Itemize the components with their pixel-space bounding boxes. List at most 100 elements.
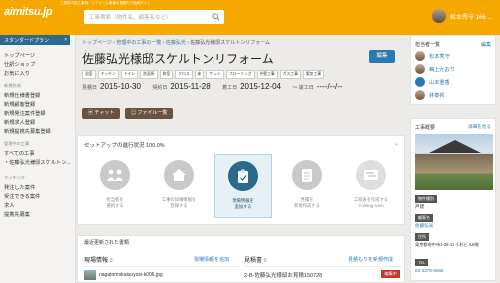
sidebar-item-new-order[interactable]: 新規発注案件登録 <box>4 110 46 117</box>
sidebar-item-receivable[interactable]: 受注できる案件 <box>4 193 40 200</box>
breadcrumb: トップページ › 管理中の工事の一覧 › 佐藤弘光 › 佐藤弘光様邸スケルトンリ… <box>82 40 271 46</box>
step-select-members[interactable]: 担当者を 選択する <box>86 154 144 218</box>
sidebar-item-new-partner[interactable]: 新規提携先募集登録 <box>4 128 51 135</box>
setup-panel: セットアップの進行状況 100.0% ⌄ 担当者を 選択する 工事の詳細情報を … <box>77 135 405 225</box>
tag: クロス <box>175 70 193 79</box>
customer-badge: 顧客名 <box>415 214 433 222</box>
address-value: 東京都府中市1-28-11 小杉ビル8階 <box>415 242 479 247</box>
plan-label: スタンダードプラン <box>4 38 50 44</box>
folder-icon: ▤ <box>131 110 137 116</box>
sidebar-heading-new: 新規作成 <box>4 83 21 88</box>
step-label: 工事の詳細情報を 登録する <box>161 197 197 208</box>
user-avatar[interactable] <box>432 9 446 23</box>
sidebar-item-ordered[interactable]: 発注した案件 <box>4 184 35 191</box>
avatar <box>415 90 425 100</box>
step-create-schedule: 工程表を作成する Coming soon <box>342 154 400 218</box>
members-edit-link[interactable]: 編集 <box>481 41 491 48</box>
tag: 電気工事 <box>302 70 325 79</box>
chat-icon: ▣ <box>88 110 94 116</box>
member-item[interactable]: 嶋上かおり <box>415 64 455 74</box>
step-register-details[interactable]: 工事の詳細情報を 登録する <box>150 154 208 218</box>
member-item[interactable]: 林泰邦 <box>415 90 445 100</box>
site-file-name: nagatomokatsuyosi-k006.jpg <box>99 272 163 278</box>
add-site-info-link[interactable]: 現場情報を追加 <box>194 256 229 263</box>
new-estimate-link[interactable]: 見積もりを新規作成 <box>348 256 393 263</box>
tag: 和室 <box>159 70 174 79</box>
tag: キッチン <box>97 70 119 79</box>
breadcrumb-current: 佐藤弘光様邸スケルトンリフォーム <box>190 40 271 46</box>
step-add-site-info[interactable]: 現場情報を 追加する <box>214 154 272 218</box>
search-placeholder: 工事検索（物件名、顧客名など） <box>89 15 172 21</box>
start-date-label: 着工日 <box>222 85 238 91</box>
sidebar: スタンダードプラン × トップページ 仕訳ショップ お気に入り 新規作成 新規仕… <box>0 35 76 283</box>
clipboard-icon <box>228 161 258 191</box>
sidebar-item-favorites[interactable]: お気に入り <box>4 70 30 77</box>
sidebar-item-jobs[interactable]: 求人 <box>4 202 14 209</box>
files-button[interactable]: ▤ ファイル一覧 <box>125 108 174 119</box>
work-detail-link[interactable]: 詳細を見る <box>468 124 491 130</box>
estimate-date: 2015-10-30 <box>100 82 141 91</box>
tag: 洗面所 <box>140 70 158 79</box>
search-input[interactable]: 工事検索（物件名、顧客名など） <box>84 10 224 24</box>
step-label: 見積を 新規作成する <box>294 197 320 208</box>
end-date: ----/--/-- <box>316 82 343 91</box>
list-item[interactable]: 2-B-佐藤弘光様邸お見積150728 編集中 <box>244 266 402 282</box>
contract-date: 2015-11-28 <box>170 82 211 91</box>
plan-banner[interactable]: スタンダードプラン × <box>0 35 70 45</box>
logo[interactable]: aimitsu.jp <box>4 6 53 18</box>
start-date: 2015-12-04 <box>240 82 281 91</box>
chat-button[interactable]: ▣ チャット <box>82 108 121 119</box>
sidebar-item-top[interactable]: トップページ <box>4 52 35 59</box>
list-item[interactable]: nagatomokatsuyosi-k006.jpg <box>84 266 240 282</box>
tag: 外壁工事 <box>256 70 278 79</box>
estimate-count: 0 <box>263 258 267 264</box>
member-item[interactable]: 松本秀守 <box>415 51 450 61</box>
house-photo[interactable] <box>415 134 493 190</box>
breadcrumb-top[interactable]: トップページ <box>82 40 112 46</box>
member-name: 林泰邦 <box>429 92 445 99</box>
work-overview-panel: 工事概要 詳細を見る 物件種別 戸建 顧客名 佐藤弘光 住所 東京都府中市1-2… <box>410 118 496 281</box>
recent-documents-panel: 最近更新された書類 現場情報 0 現場情報を追加 見積書 0 見積もりを新規作成… <box>77 235 405 283</box>
estimate-date-label: 見積日 <box>82 85 98 91</box>
site-info-label: 現場情報 <box>84 258 109 264</box>
tag: トイレ <box>120 70 139 79</box>
customer-value[interactable]: 佐藤弘光 <box>415 223 433 229</box>
site-info-heading: 現場情報 0 <box>84 255 112 264</box>
step-label: 担当者を 選択する <box>106 197 124 208</box>
step-label: 現場情報を 追加する <box>232 198 254 209</box>
members-panel: 担当者一覧 編集 松本秀守 嶋上かおり 山本重香 林泰邦 <box>410 35 496 105</box>
sidebar-item-shop[interactable]: 仕訳ショップ <box>4 61 35 68</box>
recent-title: 最近更新された書類 <box>84 240 130 246</box>
contract-date-label: 契約日 <box>152 85 168 91</box>
sidebar-item-current-work[interactable]: ・佐藤弘光様邸スケルトン... <box>4 159 71 166</box>
main-content: トップページ › 管理中の工事の一覧 › 佐藤弘光 › 佐藤弘光様邸スケルトンリ… <box>77 35 408 283</box>
estimate-document-name: 2-B-佐藤弘光様邸お見積150728 <box>244 273 323 279</box>
sidebar-item-new-spec[interactable]: 新規仕様書登録 <box>4 92 40 99</box>
breadcrumb-customer[interactable]: 佐藤弘光 <box>166 40 186 46</box>
sidebar-item-partners[interactable]: 提携先募集 <box>4 211 30 218</box>
edit-button[interactable]: 編集 <box>369 50 395 63</box>
member-name: 山本重香 <box>429 79 450 86</box>
chat-label: チャット <box>94 110 115 116</box>
tag: 浴室 <box>82 70 96 79</box>
setup-title: セットアップの進行状況 100.0% <box>84 143 165 149</box>
schedule-icon <box>356 160 386 190</box>
end-date-label: 〜 竣工日 <box>292 85 314 91</box>
breadcrumb-works[interactable]: 管理中の工事の一覧 <box>116 40 161 46</box>
member-item[interactable]: 山本重香 <box>415 77 450 87</box>
type-value: 戸建 <box>415 204 425 209</box>
work-overview-title: 工事概要 <box>415 125 436 131</box>
sidebar-item-all-works[interactable]: すべての工事 <box>4 150 35 157</box>
user-name[interactable]: 松本秀守 166 ... <box>450 12 492 21</box>
chevron-down-icon[interactable]: ⌄ <box>394 140 399 147</box>
search-icon[interactable] <box>212 13 220 21</box>
step-label: 工程表を作成する Coming soon <box>353 197 389 208</box>
close-icon[interactable]: × <box>64 37 67 43</box>
sidebar-item-new-customer[interactable]: 新規顧客登録 <box>4 101 35 108</box>
step-create-estimate[interactable]: 見積を 新規作成する <box>278 154 336 218</box>
top-bar: 工務店の施工事例・リフォーム業者の見積もり比較サイト aimitsu.jp 工事… <box>0 0 500 35</box>
site-info-count: 0 <box>109 258 113 264</box>
address-badge: 住所 <box>415 233 429 241</box>
sidebar-item-new-job[interactable]: 新規求人登録 <box>4 119 35 126</box>
tel-value[interactable]: 03-3278-5566 <box>415 268 444 273</box>
